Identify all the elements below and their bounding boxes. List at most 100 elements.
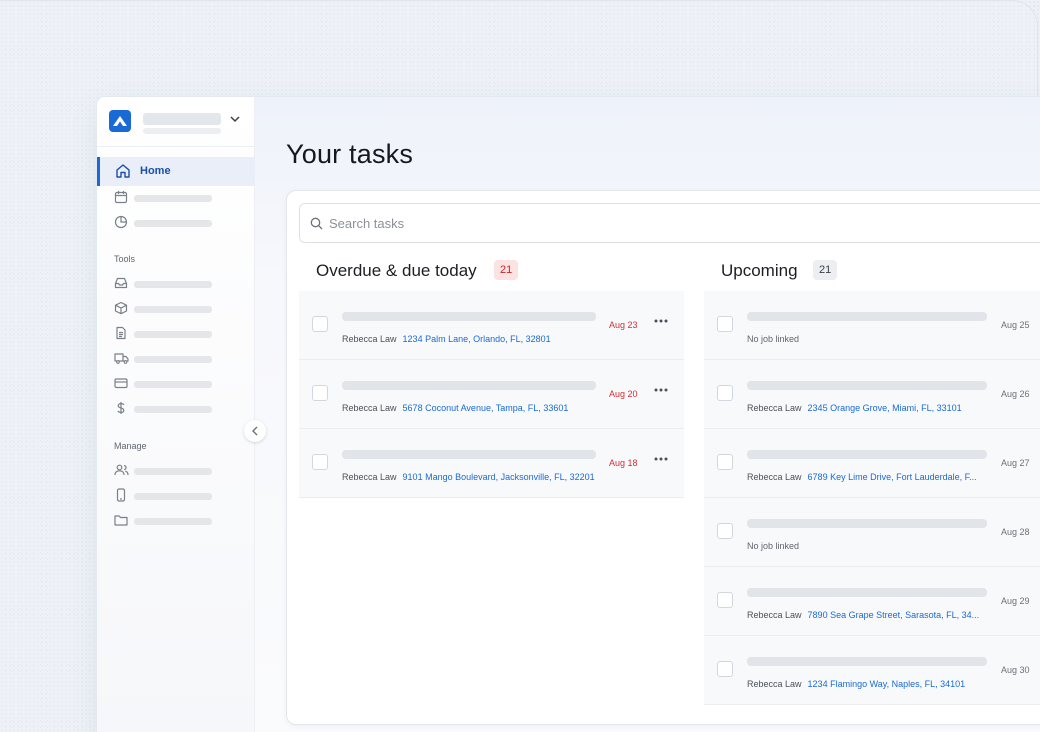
upcoming-task-list: No job linked Aug 25 Rebecca Law 2345 Orang… xyxy=(704,291,1040,705)
task-due-date: Aug 23 xyxy=(609,320,638,330)
task-checkbox[interactable] xyxy=(717,592,733,608)
search-box[interactable] xyxy=(299,203,1040,243)
task-checkbox[interactable] xyxy=(717,661,733,677)
sidebar-item-billing[interactable] xyxy=(97,399,255,419)
document-icon xyxy=(116,326,126,340)
task-checkbox[interactable] xyxy=(312,385,328,401)
task-owner: Rebecca Law xyxy=(747,403,802,413)
task-meta: Rebecca Law 9101 Mango Boulevard, Jackson… xyxy=(342,472,595,482)
sidebar-item-placeholder xyxy=(134,220,212,227)
collapse-sidebar-button[interactable] xyxy=(244,420,266,442)
task-row[interactable]: Rebecca Law 9101 Mango Boulevard, Jackson… xyxy=(299,429,684,498)
sidebar-item-reports[interactable] xyxy=(97,213,255,233)
no-job-label: No job linked xyxy=(747,334,800,344)
sidebar-item-placeholder xyxy=(134,381,212,388)
task-meta: No job linked xyxy=(747,541,799,551)
sidebar-item-files[interactable] xyxy=(97,511,255,531)
phone-icon xyxy=(116,488,126,502)
task-owner: Rebecca Law xyxy=(747,472,802,482)
no-job-label: No job linked xyxy=(747,541,800,551)
task-row[interactable]: Rebecca Law 5678 Coconut Avenue, Tampa, F… xyxy=(299,360,684,429)
job-address-link[interactable]: 1234 Flamingo Way, Naples, FL, 34101 xyxy=(808,679,966,689)
section-label-manage: Manage xyxy=(114,441,147,451)
sidebar-item-devices[interactable] xyxy=(97,486,255,506)
task-owner: Rebecca Law xyxy=(747,610,802,620)
sidebar-item-placeholder xyxy=(134,406,212,413)
org-subtitle-placeholder xyxy=(143,128,221,134)
task-checkbox[interactable] xyxy=(312,454,328,470)
task-meta: Rebecca Law 5678 Coconut Avenue, Tampa, F… xyxy=(342,403,568,413)
search-icon xyxy=(310,217,323,230)
task-row[interactable]: No job linked Aug 25 xyxy=(704,291,1040,360)
sidebar-item-payments[interactable] xyxy=(97,374,255,394)
job-address-link[interactable]: 7890 Sea Grape Street, Sarasota, FL, 34.… xyxy=(808,610,980,620)
inbox-icon xyxy=(114,277,128,289)
overdue-column-title: Overdue & due today xyxy=(316,261,477,280)
task-meta: Rebecca Law 6789 Key Lime Drive, Fort Lau… xyxy=(747,472,977,482)
app-logo-icon xyxy=(109,110,131,132)
sidebar-item-placeholder xyxy=(134,195,212,202)
task-due-date: Aug 27 xyxy=(1001,458,1030,468)
chevron-down-icon[interactable] xyxy=(230,115,240,123)
sidebar-item-home[interactable]: Home xyxy=(97,157,255,186)
sidebar-item-calendar[interactable] xyxy=(97,188,255,208)
task-title-placeholder xyxy=(342,450,596,459)
job-address-link[interactable]: 2345 Orange Grove, Miami, FL, 33101 xyxy=(808,403,962,413)
task-title-placeholder xyxy=(747,450,987,459)
more-options-icon[interactable] xyxy=(654,457,668,461)
task-checkbox[interactable] xyxy=(717,454,733,470)
task-due-date: Aug 29 xyxy=(1001,596,1030,606)
task-owner: Rebecca Law xyxy=(342,403,397,413)
task-title-placeholder xyxy=(747,588,987,597)
sidebar-item-team[interactable] xyxy=(97,461,255,481)
search-input[interactable] xyxy=(329,214,729,232)
section-label-tools: Tools xyxy=(114,254,136,264)
overdue-count-badge: 21 xyxy=(494,260,519,280)
task-due-date: Aug 30 xyxy=(1001,665,1030,675)
task-checkbox[interactable] xyxy=(717,523,733,539)
task-checkbox[interactable] xyxy=(717,316,733,332)
sidebar-item-deliveries[interactable] xyxy=(97,349,255,369)
upcoming-count-badge: 21 xyxy=(813,260,838,280)
task-checkbox[interactable] xyxy=(312,316,328,332)
task-meta: Rebecca Law 7890 Sea Grape Street, Saraso… xyxy=(747,610,979,620)
sidebar-item-label: Home xyxy=(140,165,171,177)
task-title-placeholder xyxy=(747,312,987,321)
sidebar-item-placeholder xyxy=(134,518,212,525)
more-options-icon[interactable] xyxy=(654,319,668,323)
calendar-icon xyxy=(114,191,128,204)
org-switcher[interactable] xyxy=(97,97,255,147)
sidebar-item-placeholder xyxy=(134,356,212,363)
dollar-icon xyxy=(117,402,125,414)
sidebar-item-placeholder xyxy=(134,493,212,500)
sidebar-item-inbox[interactable] xyxy=(97,274,255,294)
task-checkbox[interactable] xyxy=(717,385,733,401)
task-due-date: Aug 26 xyxy=(1001,389,1030,399)
credit-card-icon xyxy=(114,378,128,389)
task-row[interactable]: Rebecca Law 1234 Flamingo Way, Naples, FL… xyxy=(704,636,1040,705)
task-title-placeholder xyxy=(747,657,987,666)
job-address-link[interactable]: 6789 Key Lime Drive, Fort Lauderdale, F.… xyxy=(808,472,977,482)
sidebar-item-documents[interactable] xyxy=(97,324,255,344)
home-icon xyxy=(116,164,130,178)
task-row[interactable]: Rebecca Law 6789 Key Lime Drive, Fort Lau… xyxy=(704,429,1040,498)
task-due-date: Aug 18 xyxy=(609,458,638,468)
job-address-link[interactable]: 5678 Coconut Avenue, Tampa, FL, 33601 xyxy=(403,403,569,413)
main-content: Your tasks Overdue & due today 21 Rebecc… xyxy=(255,97,1040,732)
overdue-task-list: Rebecca Law 1234 Palm Lane, Orlando, FL, … xyxy=(299,291,684,498)
job-address-link[interactable]: 9101 Mango Boulevard, Jacksonville, FL, … xyxy=(403,472,595,482)
task-due-date: Aug 28 xyxy=(1001,527,1030,537)
sidebar-item-products[interactable] xyxy=(97,299,255,319)
org-name-placeholder xyxy=(143,113,221,125)
more-options-icon[interactable] xyxy=(654,388,668,392)
task-row[interactable]: Rebecca Law 2345 Orange Grove, Miami, FL,… xyxy=(704,360,1040,429)
task-row[interactable]: Rebecca Law 7890 Sea Grape Street, Saraso… xyxy=(704,567,1040,636)
sidebar-item-placeholder xyxy=(134,331,212,338)
truck-icon xyxy=(114,353,129,364)
task-row[interactable]: Rebecca Law 1234 Palm Lane, Orlando, FL, … xyxy=(299,291,684,360)
task-meta: Rebecca Law 1234 Palm Lane, Orlando, FL, … xyxy=(342,334,551,344)
task-owner: Rebecca Law xyxy=(342,334,397,344)
job-address-link[interactable]: 1234 Palm Lane, Orlando, FL, 32801 xyxy=(403,334,551,344)
task-row[interactable]: No job linked Aug 28 xyxy=(704,498,1040,567)
sidebar-item-placeholder xyxy=(134,468,212,475)
